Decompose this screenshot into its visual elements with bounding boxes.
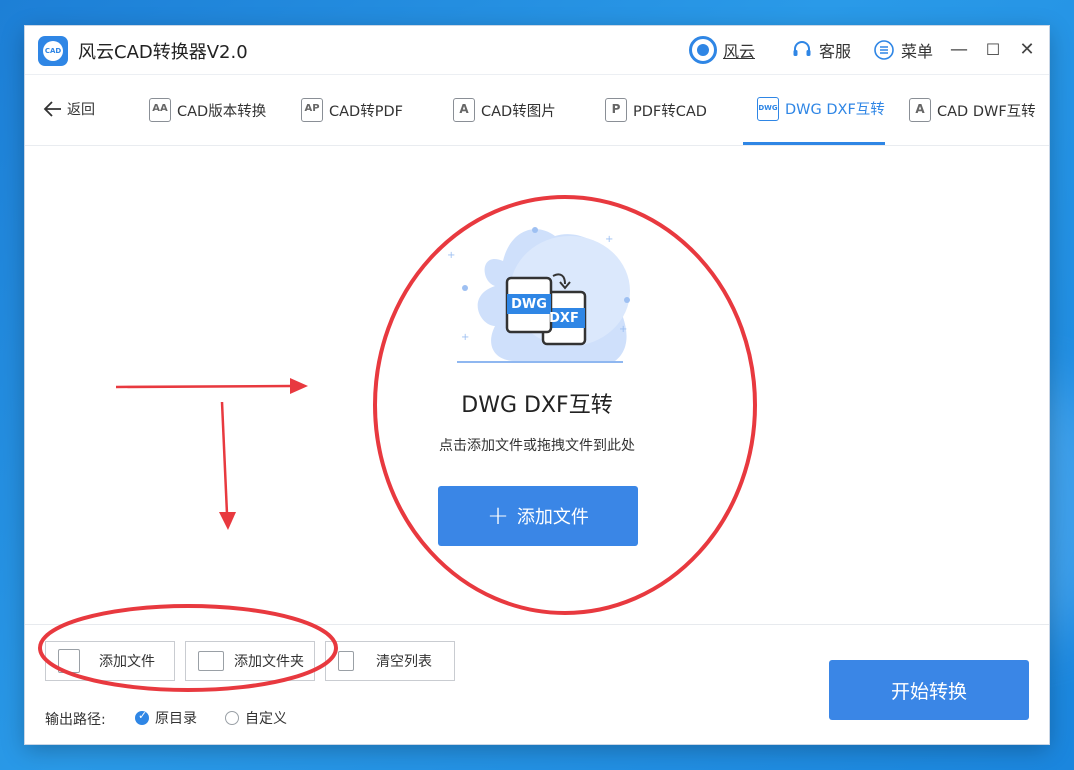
start-convert-button[interactable]: 开始转换 xyxy=(829,660,1029,720)
add-folder-button[interactable]: 添加文件夹 xyxy=(185,641,315,681)
app-title: 风云CAD转换器V2.0 xyxy=(78,42,248,63)
dxf-file-label: DXF xyxy=(549,311,579,326)
trash-icon xyxy=(338,651,354,671)
back-label: 返回 xyxy=(67,102,95,118)
output-custom-label: 自定义 xyxy=(245,711,287,727)
clear-list-button[interactable]: 清空列表 xyxy=(325,641,455,681)
radio-checked-icon xyxy=(135,709,149,725)
add-file-button[interactable]: 添加文件 xyxy=(45,641,175,681)
tab-cad-to-pdf[interactable]: AP CAD转PDF xyxy=(301,75,403,145)
fengyun-button[interactable]: 风云 xyxy=(689,36,756,64)
support-button[interactable]: 客服 xyxy=(791,37,851,63)
fengyun-label: 风云 xyxy=(723,42,756,61)
arrow-left-icon xyxy=(43,101,61,117)
tab-label: DWG DXF互转 xyxy=(785,102,885,118)
dwg-dxf-icon: DWG xyxy=(757,96,779,121)
back-button[interactable]: 返回 xyxy=(43,99,95,119)
clear-list-label: 清空列表 xyxy=(376,654,432,670)
tab-bar: 返回 AA CAD版本转换 AP CAD转PDF A CAD转图片 P PDF转… xyxy=(25,75,1049,146)
app-window: CAD 风云CAD转换器V2.0 风云 客服 菜单 — ☐ ✕ 返回 AA CA… xyxy=(25,26,1049,744)
svg-text:+: + xyxy=(619,324,627,335)
menu-list-icon xyxy=(874,40,894,60)
svg-text:+: + xyxy=(605,234,613,245)
app-logo-icon: CAD xyxy=(38,36,68,66)
headset-icon xyxy=(793,41,811,56)
bottom-divider xyxy=(25,624,1049,625)
tab-label: CAD转PDF xyxy=(329,103,403,120)
menu-button[interactable]: 菜单 xyxy=(873,37,933,63)
cad-dwf-icon: A xyxy=(909,98,931,122)
tab-label: PDF转CAD xyxy=(633,103,707,120)
minimize-button[interactable]: — xyxy=(945,36,973,64)
close-button[interactable]: ✕ xyxy=(1013,36,1041,64)
cad-version-icon: AA xyxy=(149,98,171,122)
add-file-main-button[interactable]: + 添加文件 xyxy=(438,486,638,546)
svg-text:+: + xyxy=(461,332,469,343)
support-label: 客服 xyxy=(819,42,852,61)
output-custom-radio[interactable]: 自定义 xyxy=(225,708,287,728)
tab-cad-dwf[interactable]: A CAD DWF互转 xyxy=(909,75,1036,145)
tab-dwg-dxf[interactable]: DWG DWG DXF互转 xyxy=(743,75,885,145)
tab-label: CAD版本转换 xyxy=(177,103,267,120)
add-file-main-label: 添加文件 xyxy=(516,507,589,528)
add-folder-icon xyxy=(198,651,224,671)
cad-to-pdf-icon: AP xyxy=(301,98,323,122)
radio-unchecked-icon xyxy=(225,711,239,725)
fengyun-logo-icon xyxy=(689,36,717,64)
add-file-label: 添加文件 xyxy=(99,654,155,670)
add-folder-label: 添加文件夹 xyxy=(234,654,304,670)
tab-label: CAD DWF互转 xyxy=(937,103,1036,120)
output-original-label: 原目录 xyxy=(155,711,197,727)
svg-text:+: + xyxy=(447,250,455,261)
menu-label: 菜单 xyxy=(901,42,934,61)
maximize-button[interactable]: ☐ xyxy=(979,36,1007,64)
title-bar: CAD 风云CAD转换器V2.0 风云 客服 菜单 — ☐ ✕ xyxy=(25,26,1049,75)
dropzone-title: DWG DXF互转 xyxy=(461,393,613,418)
cad-to-image-icon: A xyxy=(453,98,475,122)
tab-label: CAD转图片 xyxy=(481,103,556,120)
pdf-to-cad-icon: P xyxy=(605,98,627,122)
output-path-label: 输出路径: xyxy=(45,712,106,728)
add-file-icon xyxy=(58,649,80,673)
plus-icon: + xyxy=(487,501,509,531)
output-original-radio[interactable]: 原目录 xyxy=(135,708,197,728)
dwg-file-label: DWG xyxy=(511,297,547,312)
dropzone-hint[interactable]: 点击添加文件或拖拽文件到此处 xyxy=(25,435,1049,455)
tab-pdf-to-cad[interactable]: P PDF转CAD xyxy=(605,75,707,145)
tab-cad-version[interactable]: AA CAD版本转换 xyxy=(149,75,266,145)
tab-cad-to-image[interactable]: A CAD转图片 xyxy=(453,75,556,145)
